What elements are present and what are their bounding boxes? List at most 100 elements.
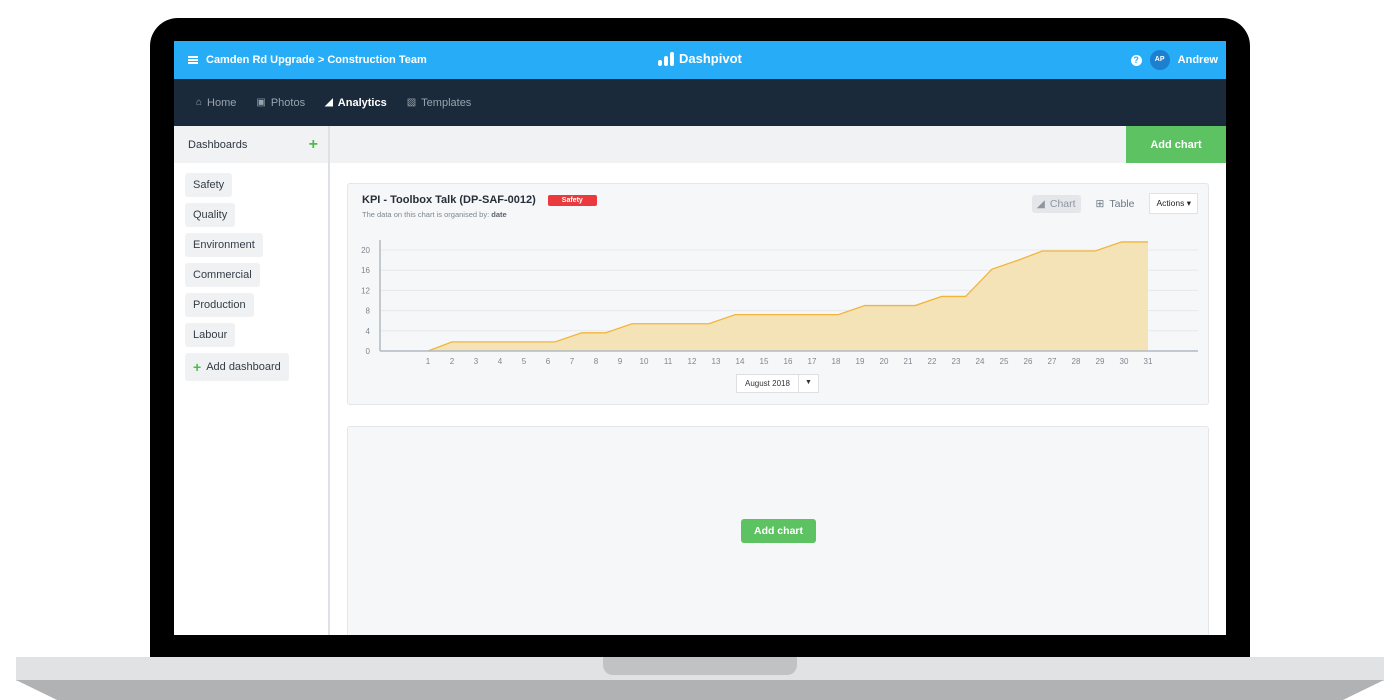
nav-home-label: Home bbox=[207, 96, 237, 109]
view-toggle: ◢ Chart ⊞ Table Actions ▾ bbox=[1031, 193, 1198, 214]
add-dashboard-plus-icon[interactable]: + bbox=[309, 136, 318, 154]
sidebar-title: Dashboards bbox=[188, 138, 248, 151]
month-select[interactable]: August 2018 ▼ bbox=[736, 374, 819, 393]
x-tick-label: 25 bbox=[1000, 357, 1009, 366]
y-tick-label: 8 bbox=[366, 307, 371, 316]
sidebar-item-commercial[interactable]: Commercial bbox=[185, 263, 260, 287]
sidebar-item-quality[interactable]: Quality bbox=[185, 203, 236, 227]
laptop-notch bbox=[603, 657, 797, 675]
area-fill bbox=[428, 241, 1148, 351]
x-tick-label: 7 bbox=[570, 357, 575, 366]
x-tick-label: 26 bbox=[1024, 357, 1033, 366]
subtitle-prefix: The data on this chart is organised by: bbox=[362, 210, 490, 219]
y-tick-label: 16 bbox=[361, 266, 370, 275]
subtitle-key: date bbox=[491, 210, 507, 219]
add-chart-button[interactable]: Add chart bbox=[1126, 126, 1226, 163]
x-tick-label: 30 bbox=[1120, 357, 1129, 366]
x-tick-label: 27 bbox=[1048, 357, 1057, 366]
menu-icon[interactable] bbox=[188, 56, 198, 64]
x-tick-label: 1 bbox=[426, 357, 431, 366]
x-tick-label: 4 bbox=[498, 357, 503, 366]
dashboards-sidebar: Dashboards + Safety Quality Environment … bbox=[174, 126, 330, 635]
x-tick-label: 14 bbox=[736, 357, 745, 366]
x-tick-label: 5 bbox=[522, 357, 527, 366]
category-badge: Safety bbox=[547, 194, 597, 206]
breadcrumb[interactable]: Camden Rd Upgrade > Construction Team bbox=[188, 54, 427, 66]
x-tick-label: 18 bbox=[832, 357, 841, 366]
area-chart-icon: ◢ bbox=[1036, 197, 1045, 210]
x-tick-label: 12 bbox=[688, 357, 697, 366]
x-tick-label: 17 bbox=[808, 357, 817, 366]
x-tick-label: 9 bbox=[618, 357, 623, 366]
add-dashboard-label: Add dashboard bbox=[206, 361, 281, 373]
x-tick-label: 2 bbox=[450, 357, 455, 366]
x-tick-label: 16 bbox=[784, 357, 793, 366]
caret-down-icon[interactable]: ▼ bbox=[797, 375, 818, 392]
x-tick-label: 13 bbox=[712, 357, 721, 366]
chart-card: KPI - Toolbox Talk (DP-SAF-0012) Safety … bbox=[347, 183, 1209, 405]
x-tick-label: 15 bbox=[760, 357, 769, 366]
app-screen: Camden Rd Upgrade > Construction Team Da… bbox=[174, 41, 1226, 635]
caret-down-icon: ▾ bbox=[1186, 198, 1191, 208]
nav-home[interactable]: ⌂ Home bbox=[196, 97, 236, 109]
main-toolbar: Add chart bbox=[330, 126, 1226, 163]
month-value: August 2018 bbox=[745, 379, 790, 388]
area-chart: 0481216201 2 3 4 5 6 7 8 9 10 11 12 13 14 15 16 17 18 19 20… bbox=[361, 240, 1198, 366]
sidebar-item-environment[interactable]: Environment bbox=[185, 233, 263, 257]
sidebar-header: Dashboards + bbox=[174, 126, 328, 163]
table-icon: ⊞ bbox=[1095, 197, 1105, 210]
document-icon: ▧ bbox=[406, 97, 417, 108]
x-tick-label: 24 bbox=[976, 357, 985, 366]
actions-dropdown[interactable]: Actions ▾ bbox=[1149, 193, 1198, 214]
dashboard-list: Safety Quality Environment Commercial Pr… bbox=[174, 163, 328, 391]
plus-icon: + bbox=[193, 359, 202, 375]
chart-card-title: KPI - Toolbox Talk (DP-SAF-0012) Safety bbox=[362, 194, 597, 206]
nav-analytics[interactable]: ◢ Analytics bbox=[325, 97, 387, 109]
y-tick-label: 0 bbox=[366, 347, 371, 356]
x-tick-label: 20 bbox=[880, 357, 889, 366]
chart-view-label: Chart bbox=[1049, 197, 1076, 210]
brand-name: Dashpivot bbox=[679, 51, 742, 66]
chart-view-button[interactable]: ◢ Chart bbox=[1031, 194, 1081, 213]
x-tick-label: 8 bbox=[594, 357, 599, 366]
laptop-bottom bbox=[16, 680, 1384, 700]
x-tick-label: 10 bbox=[640, 357, 649, 366]
home-icon: ⌂ bbox=[196, 97, 203, 108]
empty-chart-card: Add chart bbox=[347, 426, 1209, 635]
camera-icon: ▣ bbox=[256, 97, 266, 108]
x-tick-label: 23 bbox=[952, 357, 961, 366]
nav-photos-label: Photos bbox=[270, 96, 306, 109]
nav-templates[interactable]: ▧ Templates bbox=[407, 97, 472, 109]
brand-logo: Dashpivot bbox=[658, 51, 742, 66]
x-tick-label: 3 bbox=[474, 357, 479, 366]
sidebar-item-safety[interactable]: Safety bbox=[185, 173, 233, 197]
x-tick-label: 6 bbox=[546, 357, 551, 366]
y-tick-label: 20 bbox=[361, 246, 370, 255]
sidebar-item-production[interactable]: Production bbox=[185, 293, 254, 317]
dashpivot-logo-icon bbox=[658, 51, 674, 66]
chart-title: KPI - Toolbox Talk (DP-SAF-0012) bbox=[362, 194, 536, 206]
main-nav: ⌂ Home ▣ Photos ◢ Analytics ▧ Templates bbox=[174, 79, 1226, 126]
x-tick-label: 29 bbox=[1096, 357, 1105, 366]
actions-label: Actions bbox=[1156, 198, 1185, 208]
chart-subtitle: The data on this chart is organised by: … bbox=[362, 210, 507, 219]
nav-analytics-label: Analytics bbox=[337, 96, 387, 109]
table-view-button[interactable]: ⊞ Table bbox=[1091, 195, 1140, 213]
user-menu[interactable]: ? AP Andrew bbox=[1130, 50, 1218, 70]
x-tick-label: 11 bbox=[664, 357, 673, 366]
x-tick-label: 21 bbox=[904, 357, 913, 366]
user-name[interactable]: Andrew bbox=[1178, 54, 1218, 66]
breadcrumb-text[interactable]: Camden Rd Upgrade > Construction Team bbox=[206, 54, 427, 66]
x-tick-label: 19 bbox=[856, 357, 865, 366]
add-chart-placeholder-button[interactable]: Add chart bbox=[741, 519, 816, 543]
table-view-label: Table bbox=[1109, 197, 1135, 210]
top-bar: Camden Rd Upgrade > Construction Team Da… bbox=[174, 41, 1226, 79]
x-tick-label: 28 bbox=[1072, 357, 1081, 366]
x-tick-label: 31 bbox=[1144, 357, 1153, 366]
sidebar-item-labour[interactable]: Labour bbox=[185, 323, 236, 347]
avatar[interactable]: AP bbox=[1149, 50, 1170, 70]
y-tick-label: 12 bbox=[361, 286, 370, 295]
help-icon[interactable]: ? bbox=[1130, 54, 1142, 66]
nav-photos[interactable]: ▣ Photos bbox=[256, 97, 305, 109]
add-dashboard-button[interactable]: + Add dashboard bbox=[185, 353, 289, 381]
